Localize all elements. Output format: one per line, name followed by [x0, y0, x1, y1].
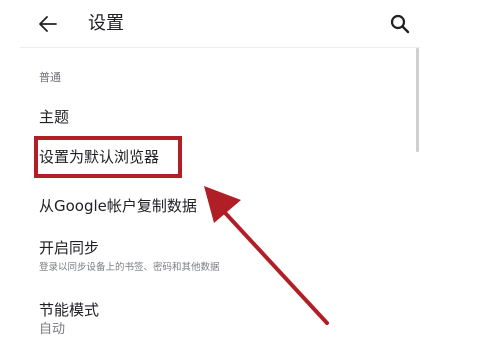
page-title: 设置 — [88, 13, 124, 34]
back-button[interactable] — [36, 12, 60, 36]
section-header-general: 普通 — [39, 71, 61, 84]
setting-item-summary: 自动 — [39, 322, 66, 337]
setting-item-energy-saver[interactable]: 节能模式 自动 — [0, 296, 410, 344]
top-app-bar: 设置 — [0, 0, 420, 48]
setting-item-title: 开启同步 — [39, 239, 100, 257]
setting-item-theme[interactable]: 主题 — [0, 100, 410, 134]
setting-item-summary: 登录以同步设备上的书签、密码和其他数据 — [39, 262, 220, 273]
setting-item-title: 设置为默认浏览器 — [39, 148, 160, 166]
setting-item-title: 节能模式 — [39, 301, 100, 319]
scrollbar-thumb[interactable] — [416, 48, 419, 152]
setting-item-title: 从Google帐户复制数据 — [39, 197, 197, 215]
setting-item-sync[interactable]: 开启同步 登录以同步设备上的书签、密码和其他数据 — [0, 234, 410, 280]
search-button[interactable] — [388, 12, 412, 36]
settings-screen: 设置 普通 主题 设置为默认浏览器 从Google帐户复制数据 开启同步 登录以… — [0, 0, 485, 349]
setting-item-default-browser[interactable]: 设置为默认浏览器 — [0, 140, 410, 174]
header-divider — [20, 47, 420, 48]
arrow-left-icon — [39, 16, 57, 32]
setting-item-title: 主题 — [39, 108, 70, 126]
setting-item-copy-google-data[interactable]: 从Google帐户复制数据 — [0, 190, 410, 224]
search-icon — [390, 14, 410, 34]
